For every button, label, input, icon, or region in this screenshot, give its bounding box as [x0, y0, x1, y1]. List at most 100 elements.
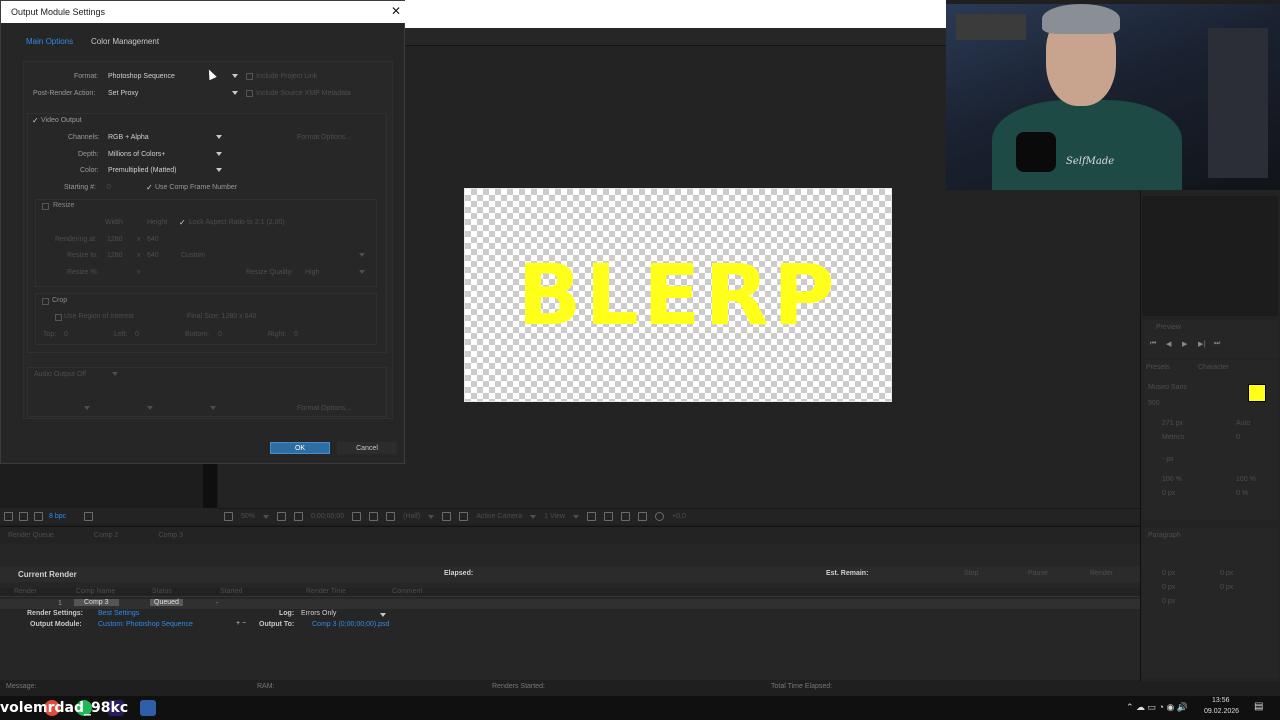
resize-width-field[interactable]: 1280 [107, 252, 123, 259]
horizontal-scale-field[interactable]: 100 % [1236, 476, 1256, 483]
log-select[interactable]: Errors Only [301, 610, 336, 617]
always-preview-icon[interactable] [224, 512, 233, 521]
output-to-link[interactable]: Comp 3 (0;00;00;00).psd [312, 621, 389, 628]
first-line-indent-field[interactable]: 0 px [1162, 598, 1175, 605]
chevron-down-icon[interactable] [380, 613, 386, 617]
pause-button[interactable]: Pause [1028, 570, 1048, 577]
tab-color-management[interactable]: Color Management [91, 37, 159, 46]
format-select[interactable]: Photoshop Sequence [108, 71, 238, 82]
view-layout-select[interactable]: 1 View [544, 513, 565, 520]
audio-output-select[interactable]: Audio Output Off [34, 369, 118, 380]
bpc-label[interactable]: 8 bpc [49, 513, 66, 520]
video-output-checkbox[interactable]: ✓ [32, 116, 39, 125]
tray-icons[interactable]: ⌃ ☁ ▭ ◔ ◉ 🔊 [1126, 702, 1188, 713]
crop-left-field[interactable]: 0 [135, 331, 139, 338]
mask-icon[interactable] [294, 512, 304, 521]
notification-icon[interactable]: ▤ [1254, 701, 1263, 712]
last-frame-icon[interactable]: ⏭ [1214, 340, 1220, 348]
depth-select[interactable]: Millions of Colors+ [108, 149, 222, 160]
timecode[interactable]: 0;00;00;00 [311, 513, 344, 520]
font-family-select[interactable]: Museo Sans [1148, 384, 1187, 391]
chevron-down-icon[interactable] [263, 514, 270, 519]
resolution-select[interactable]: (Half) [403, 513, 420, 520]
interpret-footage-icon[interactable] [4, 511, 13, 521]
font-weight-select[interactable]: 900 [1148, 400, 1160, 407]
kerning-field[interactable]: Metrics [1162, 434, 1185, 441]
col-render[interactable]: Render [14, 588, 37, 595]
tab-comp-3[interactable]: Comp 3 [158, 532, 183, 539]
starting-number-field[interactable]: 0 [107, 184, 111, 191]
fill-color-swatch[interactable] [1248, 384, 1266, 402]
include-xmp-checkbox[interactable] [246, 90, 253, 97]
ok-button[interactable]: OK [270, 442, 330, 454]
output-module-link[interactable]: Custom: Photoshop Sequence [98, 621, 193, 628]
crop-right-field[interactable]: 0 [294, 331, 298, 338]
flowchart-icon[interactable] [638, 512, 648, 521]
use-comp-frame-checkbox[interactable]: ✓ [146, 183, 153, 192]
stroke-width-field[interactable]: - px [1162, 456, 1174, 463]
timeline-icon[interactable] [621, 512, 631, 521]
col-comment[interactable]: Comment [392, 588, 422, 595]
space-before-field[interactable]: 0 px [1162, 584, 1175, 591]
new-comp-icon[interactable] [34, 511, 43, 521]
col-status[interactable]: Status [152, 588, 172, 595]
exposure-icon[interactable] [655, 512, 665, 521]
tab-render-queue[interactable]: Render Queue [8, 532, 54, 539]
format-options-button[interactable]: Format Options... [297, 134, 351, 141]
indent-right-field[interactable]: 0 px [1220, 570, 1233, 577]
tsume-field[interactable]: 0 % [1236, 490, 1248, 497]
clock-date[interactable]: 09.02.2026 [1204, 708, 1239, 715]
baseline-shift-field[interactable]: 0 px [1162, 490, 1175, 497]
vertical-scale-field[interactable]: 100 % [1162, 476, 1182, 483]
presets-tab[interactable]: Presets [1146, 364, 1170, 371]
chevron-down-icon[interactable] [428, 514, 435, 519]
col-started[interactable]: Started [220, 588, 243, 595]
show-snapshot-icon[interactable] [369, 512, 379, 521]
character-tab[interactable]: Character [1198, 364, 1229, 371]
toggle-pixel-aspect-icon[interactable] [587, 512, 597, 521]
include-project-link-checkbox[interactable] [246, 73, 253, 80]
resize-height-field[interactable]: 640 [147, 252, 159, 259]
panel-divider[interactable] [203, 464, 217, 508]
stop-button[interactable]: Stop [964, 570, 978, 577]
render-button[interactable]: Render [1090, 570, 1113, 577]
next-frame-icon[interactable]: ▶| [1198, 340, 1205, 348]
table-row[interactable]: 1 Comp 3 Queued - [0, 599, 1140, 609]
tracking-field[interactable]: 0 [1236, 434, 1240, 441]
lock-aspect-checkbox[interactable]: ✓ [179, 218, 186, 227]
row-comp-name[interactable]: Comp 3 [74, 599, 119, 606]
camera-select[interactable]: Active Camera [476, 513, 522, 520]
use-roi-checkbox[interactable] [55, 314, 62, 321]
color-channel-icon[interactable] [386, 512, 396, 521]
play-icon[interactable]: ▶ [1182, 340, 1187, 348]
clock-time[interactable]: 13:56 [1212, 697, 1230, 704]
transparency-grid-icon[interactable] [459, 512, 469, 521]
font-size-field[interactable]: 271 px [1162, 420, 1183, 427]
leading-field[interactable]: Auto [1236, 420, 1250, 427]
color-select[interactable]: Premultiplied (Matted) [108, 165, 222, 176]
col-comp-name[interactable]: Comp Name [76, 588, 115, 595]
resize-quality-select[interactable]: High [305, 267, 365, 278]
crop-bottom-field[interactable]: 0 [218, 331, 222, 338]
channels-select[interactable]: RGB + Alpha [108, 132, 222, 143]
region-of-interest-icon[interactable] [442, 512, 452, 521]
resize-preset-select[interactable]: Custom [181, 250, 365, 261]
preview-tab[interactable]: Preview [1156, 324, 1181, 331]
col-render-time[interactable]: Render Time [306, 588, 346, 595]
prev-frame-icon[interactable]: ◀ [1166, 340, 1171, 348]
grid-icon[interactable] [277, 512, 287, 521]
resize-checkbox[interactable] [42, 203, 49, 210]
audio-sample-rate-select[interactable] [34, 403, 90, 414]
first-frame-icon[interactable]: ⏮ [1150, 340, 1156, 348]
post-render-select[interactable]: Set Proxy [108, 88, 238, 99]
audio-channels-select[interactable] [160, 403, 216, 414]
tab-main-options[interactable]: Main Options [26, 37, 73, 46]
app-icon[interactable] [140, 700, 156, 716]
chevron-down-icon[interactable] [530, 514, 537, 519]
new-folder-icon[interactable] [19, 511, 28, 521]
composition-canvas[interactable]: BLERP [464, 188, 892, 402]
fast-preview-icon[interactable] [604, 512, 614, 521]
add-output-module-icon[interactable]: + − [236, 620, 246, 627]
crop-top-field[interactable]: 0 [64, 331, 68, 338]
audio-format-options-button[interactable]: Format Options... [297, 405, 351, 412]
